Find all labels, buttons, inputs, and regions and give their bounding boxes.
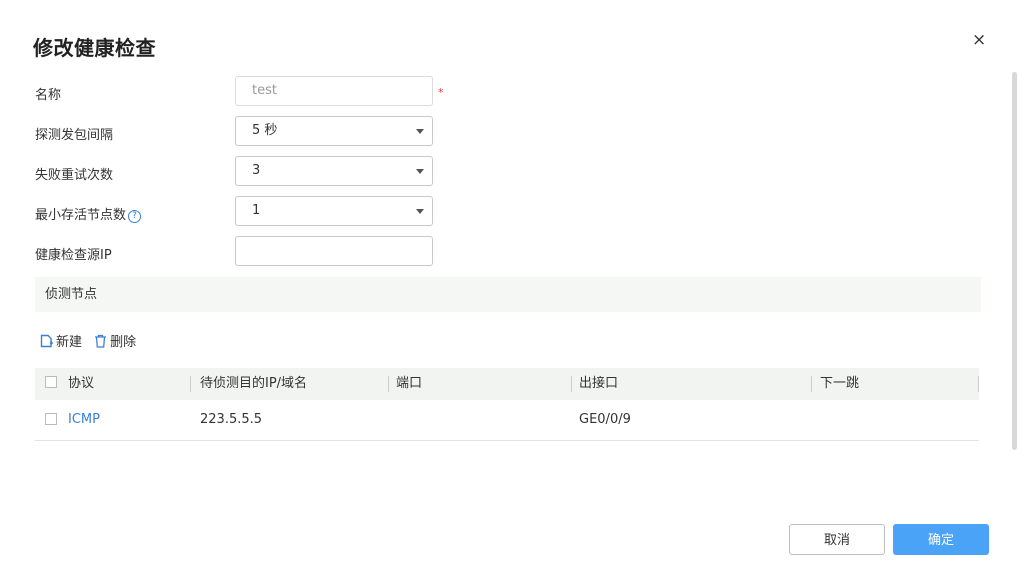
cancel-button[interactable]: 取消 [789, 524, 885, 555]
chevron-down-icon [416, 169, 424, 174]
delete-label: 删除 [110, 335, 137, 350]
required-mark: * [438, 86, 444, 99]
header-port: 端口 [396, 376, 423, 391]
retries-select[interactable]: 3 [235, 156, 433, 186]
min-alive-value: 1 [252, 203, 261, 218]
header-interface: 出接口 [579, 376, 619, 391]
table-toolbar: 新建 删除 [40, 331, 144, 352]
column-divider [978, 376, 979, 392]
new-button[interactable]: 新建 [40, 331, 82, 350]
target-cell: 223.5.5.5 [200, 412, 263, 427]
header-next-hop: 下一跳 [820, 376, 860, 391]
header-target: 待侦测目的IP/域名 [200, 376, 308, 391]
table-row[interactable]: ICMP 223.5.5.5 GE0/0/9 [35, 400, 979, 441]
interval-select[interactable]: 5 秒 [235, 116, 433, 146]
interval-label: 探测发包间隔 [35, 128, 114, 143]
column-divider [190, 376, 191, 392]
table-header: 协议 待侦测目的IP/域名 端口 出接口 下一跳 [35, 368, 979, 400]
new-icon [40, 334, 53, 347]
help-icon[interactable]: ? [128, 210, 142, 223]
edit-health-check-dialog: 修改健康检查 × 名称 test * 探测发包间隔 5 秒 失败重试次数 3 最… [0, 0, 1018, 580]
trash-icon [95, 334, 107, 348]
min-alive-select[interactable]: 1 [235, 196, 433, 226]
interval-value: 5 秒 [252, 123, 278, 138]
chevron-down-icon [416, 129, 424, 134]
detect-nodes-table: 协议 待侦测目的IP/域名 端口 出接口 下一跳 ICMP 223.5.5.5 … [35, 368, 979, 441]
column-divider [571, 376, 572, 392]
source-ip-label: 健康检查源IP [35, 248, 112, 263]
scrollbar[interactable] [1012, 72, 1017, 450]
protocol-link[interactable]: ICMP [68, 400, 100, 440]
name-label: 名称 [35, 88, 62, 103]
column-divider [388, 376, 389, 392]
close-icon[interactable]: × [972, 30, 986, 50]
header-protocol: 协议 [68, 376, 95, 391]
column-divider [811, 376, 812, 392]
interface-cell: GE0/0/9 [579, 412, 631, 427]
confirm-button[interactable]: 确定 [893, 524, 989, 555]
name-field[interactable]: test [235, 76, 433, 106]
retries-label: 失败重试次数 [35, 168, 114, 183]
delete-button[interactable]: 删除 [94, 331, 136, 350]
min-alive-label-wrap: 最小存活节点数? [35, 204, 142, 223]
chevron-down-icon [416, 209, 424, 214]
section-header: 侦测节点 [35, 277, 981, 312]
dialog-title: 修改健康检查 [33, 36, 156, 60]
select-all-checkbox[interactable] [45, 376, 57, 388]
source-ip-input[interactable] [235, 236, 433, 266]
new-label: 新建 [56, 335, 83, 350]
row-checkbox[interactable] [45, 413, 57, 425]
retries-value: 3 [252, 163, 261, 178]
min-alive-label: 最小存活节点数 [35, 208, 127, 223]
